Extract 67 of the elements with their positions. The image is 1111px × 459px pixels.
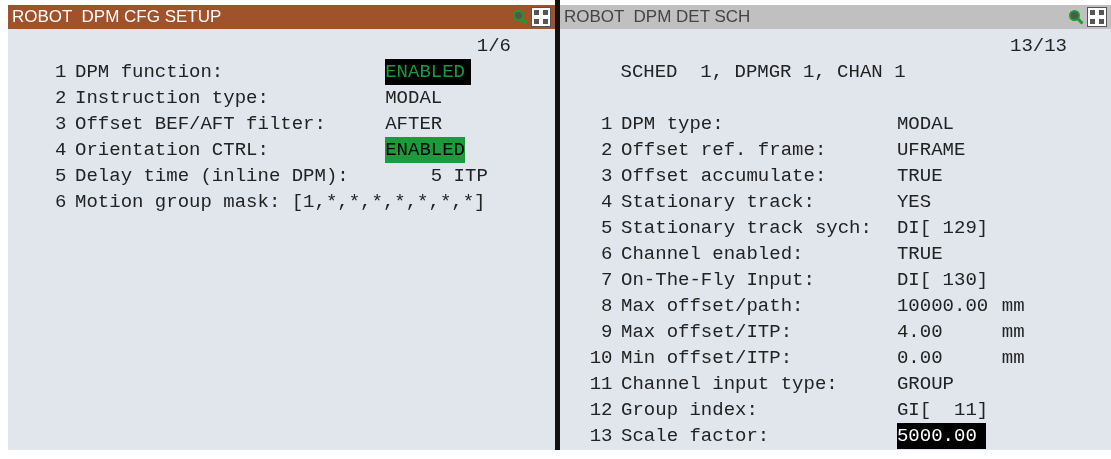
page-counter: 13/13 xyxy=(1010,34,1067,59)
page-counter: 1/6 xyxy=(476,34,511,59)
setting-label[interactable]: Instruction type: xyxy=(75,87,269,109)
setting-label[interactable]: DPM function: xyxy=(75,61,224,83)
schedule-header: SCHED 1, DPMGR 1, CHAN 1 xyxy=(620,61,906,83)
setting-label[interactable]: Offset BEF/AFT filter: xyxy=(75,113,326,135)
setting-value[interactable]: TRUE xyxy=(896,163,943,189)
item-number: 4 xyxy=(55,139,67,161)
setting-label[interactable]: Orientation CTRL: xyxy=(75,139,269,161)
setting-label[interactable]: Delay time (inline DPM): xyxy=(75,165,349,187)
unit-label: mm xyxy=(1001,346,1025,371)
setting-label[interactable]: Max offset/path: xyxy=(621,295,804,317)
zoom-icon[interactable] xyxy=(1068,9,1084,25)
item-number: 3 xyxy=(601,165,613,187)
setting-value[interactable]: MODAL xyxy=(385,85,443,111)
setting-value[interactable]: ENABLED xyxy=(385,59,471,85)
setting-value[interactable]: 10000.00 xyxy=(896,293,989,319)
setting-value[interactable]: ENABLED xyxy=(385,137,465,163)
item-number: 1 xyxy=(55,61,67,83)
setting-value[interactable]: 0.00 xyxy=(896,345,943,371)
setting-label[interactable]: Motion group mask: [1,*,*,*,*,*,*,*] xyxy=(75,191,486,213)
setting-value[interactable]: AFTER xyxy=(385,111,443,137)
item-number: 2 xyxy=(601,139,613,161)
setting-value[interactable]: 5000.00 xyxy=(896,423,986,449)
item-number: 10 xyxy=(589,347,613,369)
setting-value[interactable]: DI[ 129] xyxy=(896,215,989,241)
item-number: 3 xyxy=(55,113,67,135)
item-number: 9 xyxy=(601,321,613,343)
setting-label[interactable]: On-The-Fly Input: xyxy=(621,269,815,291)
setting-label[interactable]: Offset accumulate: xyxy=(621,165,827,187)
setting-value[interactable]: UFRAME xyxy=(896,137,966,163)
setting-label[interactable]: Max offset/ITP: xyxy=(621,321,793,343)
setting-value[interactable]: TRUE xyxy=(896,241,943,267)
maximize-icon[interactable] xyxy=(1087,7,1107,27)
setting-label[interactable]: Offset ref. frame: xyxy=(621,139,827,161)
item-number: 12 xyxy=(589,399,613,421)
setting-label[interactable]: Scale factor: xyxy=(621,425,770,447)
setting-label[interactable]: Group index: xyxy=(621,399,758,421)
setting-value[interactable]: YES xyxy=(896,189,932,215)
window-title: ROBOT DPM CFG SETUP xyxy=(12,7,223,27)
item-number: 5 xyxy=(601,217,613,239)
setting-value[interactable]: 4.00 xyxy=(896,319,943,345)
unit-label: mm xyxy=(1001,320,1025,345)
setting-value[interactable]: GI[ 11] xyxy=(896,397,989,423)
item-number: 13 xyxy=(589,425,613,447)
maximize-icon[interactable] xyxy=(531,7,551,27)
setting-value[interactable]: MODAL xyxy=(896,111,954,137)
item-number: 5 xyxy=(55,165,67,187)
item-number: 6 xyxy=(55,191,67,213)
setting-value[interactable]: 5 ITP xyxy=(385,163,488,189)
item-number: 1 xyxy=(601,113,613,135)
unit-label: mm xyxy=(1001,294,1025,319)
item-number: 2 xyxy=(55,87,67,109)
setting-label[interactable]: Min offset/ITP: xyxy=(621,347,793,369)
setting-label[interactable]: Channel input type: xyxy=(621,373,838,395)
setting-label[interactable]: DPM type: xyxy=(621,113,724,135)
item-number: 8 xyxy=(601,295,613,317)
setting-label[interactable]: Channel enabled: xyxy=(621,243,804,265)
window-title: ROBOT DPM DET SCH xyxy=(564,7,752,27)
setting-value[interactable]: GROUP xyxy=(896,371,954,397)
item-number: 4 xyxy=(601,191,613,213)
item-number: 7 xyxy=(601,269,613,291)
item-number: 11 xyxy=(589,373,613,395)
setting-label[interactable]: Stationary track sych: xyxy=(621,217,872,239)
item-number: 6 xyxy=(601,243,613,265)
setting-value[interactable]: DI[ 130] xyxy=(896,267,989,293)
setting-label[interactable]: Stationary track: xyxy=(621,191,815,213)
